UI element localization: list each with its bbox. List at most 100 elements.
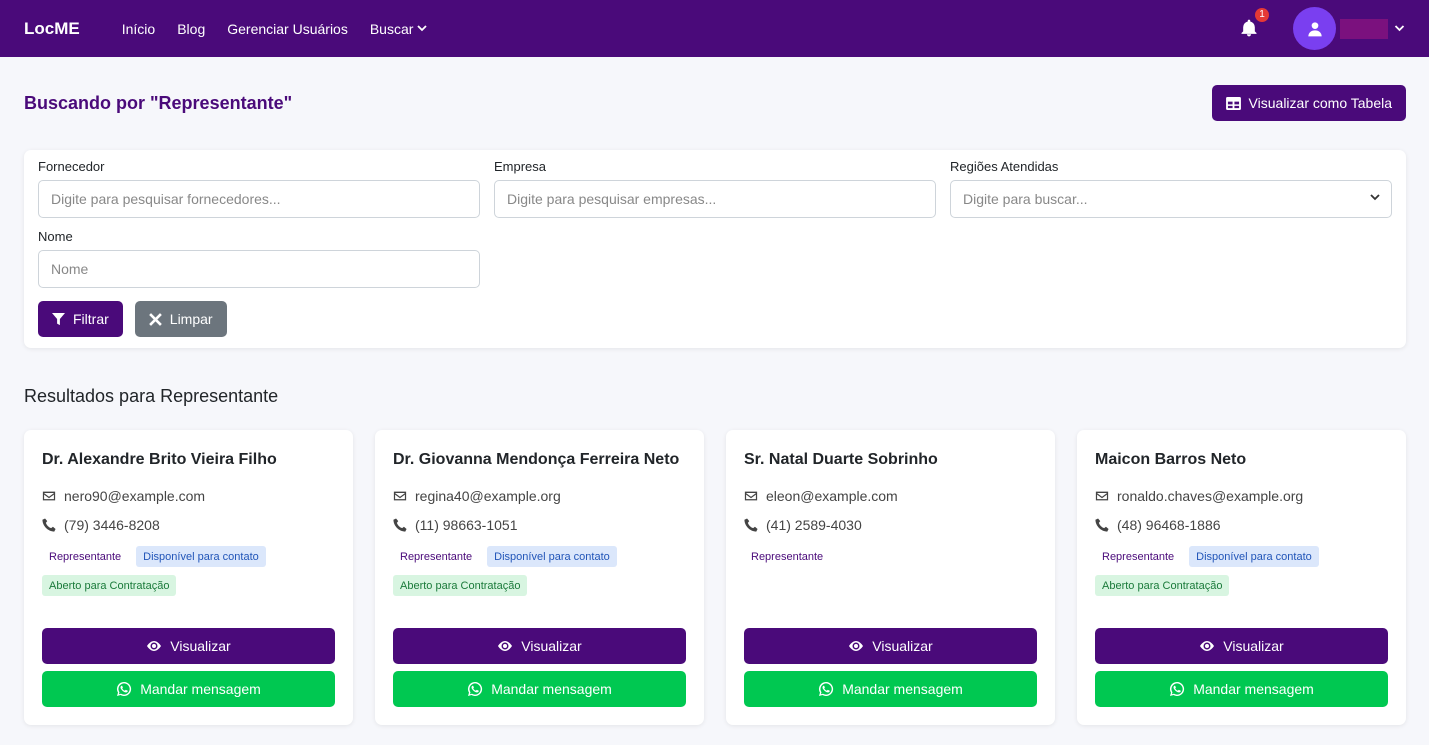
clear-button-label: Limpar <box>169 311 213 327</box>
view-button[interactable]: Visualizar <box>744 628 1037 664</box>
avatar[interactable] <box>1293 7 1336 50</box>
nome-input[interactable] <box>38 250 480 288</box>
phone-icon <box>744 518 758 532</box>
results-cards: Dr. Alexandre Brito Vieira Filho nero90@… <box>0 430 1429 725</box>
filter-card: Fornecedor Empresa Regiões Atendidas Nom… <box>24 150 1406 348</box>
send-message-label: Mandar mensagem <box>842 681 963 697</box>
nav-right: 1 <box>1239 7 1405 50</box>
whatsapp-icon <box>819 681 834 696</box>
nav-link-gerenciar-usuarios[interactable]: Gerenciar Usuários <box>227 21 348 37</box>
result-card: Sr. Natal Duarte Sobrinho eleon@example.… <box>726 430 1055 725</box>
phone-icon <box>393 518 407 532</box>
navbar: LocME Início Blog Gerenciar Usuários Bus… <box>0 0 1429 57</box>
filter-button[interactable]: Filtrar <box>38 301 123 337</box>
nome-label: Nome <box>38 229 73 244</box>
regioes-group: Regiões Atendidas <box>950 159 1392 218</box>
card-badges: Representante Disponível para contato Ab… <box>42 546 282 596</box>
card-email-text: nero90@example.com <box>64 488 206 504</box>
badge-aberto: Aberto para Contratação <box>393 575 528 596</box>
user-name-redacted[interactable] <box>1340 18 1388 39</box>
filter-button-label: Filtrar <box>73 311 109 327</box>
badge-representante: Representante <box>751 550 824 563</box>
whatsapp-icon <box>468 681 483 696</box>
badge-aberto: Aberto para Contratação <box>1095 575 1230 596</box>
card-phone-text: (48) 96468-1886 <box>1117 517 1221 533</box>
card-email-text: regina40@example.org <box>415 488 561 504</box>
notification-badge: 1 <box>1255 7 1269 22</box>
chevron-down-icon <box>1394 25 1405 32</box>
card-name: Dr. Alexandre Brito Vieira Filho <box>42 451 277 468</box>
clear-button[interactable]: Limpar <box>134 301 227 337</box>
nome-group: Nome <box>38 229 480 288</box>
whatsapp-icon <box>1170 681 1185 696</box>
eye-icon <box>498 641 513 651</box>
view-button-label: Visualizar <box>1223 638 1284 654</box>
envelope-icon <box>42 491 56 501</box>
view-button[interactable]: Visualizar <box>393 628 686 664</box>
regioes-select[interactable] <box>950 180 1392 218</box>
table-icon <box>1225 96 1241 110</box>
brand-logo[interactable]: LocME <box>24 19 80 39</box>
user-icon <box>1307 21 1322 36</box>
badge-aberto: Aberto para Contratação <box>42 575 177 596</box>
empresa-label: Empresa <box>494 159 547 174</box>
nav-dropdown-buscar[interactable]: Buscar <box>370 21 428 37</box>
send-message-button[interactable]: Mandar mensagem <box>393 671 686 707</box>
nav-link-inicio[interactable]: Início <box>122 21 155 37</box>
nav-link-blog[interactable]: Blog <box>177 21 205 37</box>
bell-icon <box>1241 19 1257 36</box>
badge-disponivel: Disponível para contato <box>1189 546 1319 567</box>
card-email: eleon@example.com <box>744 488 1037 504</box>
card-name: Maicon Barros Neto <box>1095 451 1247 468</box>
view-button-label: Visualizar <box>521 638 582 654</box>
whatsapp-icon <box>117 681 132 696</box>
card-email: regina40@example.org <box>393 488 686 504</box>
badge-disponivel: Disponível para contato <box>136 546 266 567</box>
card-phone: (11) 98663-1051 <box>393 517 686 533</box>
card-phone-text: (79) 3446-8208 <box>64 517 160 533</box>
result-card: Dr. Giovanna Mendonça Ferreira Neto regi… <box>375 430 704 725</box>
card-email-text: eleon@example.com <box>766 488 898 504</box>
view-button[interactable]: Visualizar <box>1095 628 1388 664</box>
view-button-label: Visualizar <box>170 638 231 654</box>
card-phone: (79) 3446-8208 <box>42 517 335 533</box>
card-phone: (48) 96468-1886 <box>1095 517 1388 533</box>
envelope-icon <box>744 491 758 501</box>
send-message-button[interactable]: Mandar mensagem <box>744 671 1037 707</box>
view-button-label: Visualizar <box>872 638 933 654</box>
result-card: Dr. Alexandre Brito Vieira Filho nero90@… <box>24 430 353 725</box>
fornecedor-input[interactable] <box>38 180 480 218</box>
card-phone: (41) 2589-4030 <box>744 517 1037 533</box>
eye-icon <box>849 641 864 651</box>
filter-button-row: Filtrar Limpar <box>38 301 1392 337</box>
close-icon <box>148 312 162 326</box>
card-badges: Representante Disponível para contato Ab… <box>393 546 633 596</box>
card-phone-text: (41) 2589-4030 <box>766 517 862 533</box>
empresa-group: Empresa <box>494 159 936 218</box>
header-row: Buscando por "Representante" Visualizar … <box>0 85 1429 121</box>
results-title: Resultados para Representante <box>24 386 279 406</box>
card-name: Dr. Giovanna Mendonça Ferreira Neto <box>393 451 680 468</box>
phone-icon <box>1095 518 1109 532</box>
view-button[interactable]: Visualizar <box>42 628 335 664</box>
eye-icon <box>1200 641 1215 651</box>
card-badges: Representante <box>744 546 984 567</box>
view-as-table-button[interactable]: Visualizar como Tabela <box>1211 85 1406 121</box>
user-menu-toggle[interactable] <box>1394 25 1405 32</box>
filter-grid: Fornecedor Empresa Regiões Atendidas Nom… <box>38 159 1392 299</box>
send-message-button[interactable]: Mandar mensagem <box>1095 671 1388 707</box>
regioes-label: Regiões Atendidas <box>950 159 1059 174</box>
view-as-table-label: Visualizar como Tabela <box>1248 95 1392 111</box>
badge-representante: Representante <box>400 550 473 563</box>
card-email: nero90@example.com <box>42 488 335 504</box>
page-title: Buscando por "Representante" <box>24 92 293 113</box>
send-message-button[interactable]: Mandar mensagem <box>42 671 335 707</box>
nav-links: Início Blog Gerenciar Usuários Buscar <box>122 21 428 37</box>
send-message-label: Mandar mensagem <box>140 681 261 697</box>
envelope-icon <box>393 491 407 501</box>
envelope-icon <box>1095 491 1109 501</box>
empresa-input[interactable] <box>494 180 936 218</box>
notifications-button[interactable]: 1 <box>1239 7 1269 40</box>
card-email-text: ronaldo.chaves@example.org <box>1117 488 1304 504</box>
badge-disponivel: Disponível para contato <box>487 546 617 567</box>
